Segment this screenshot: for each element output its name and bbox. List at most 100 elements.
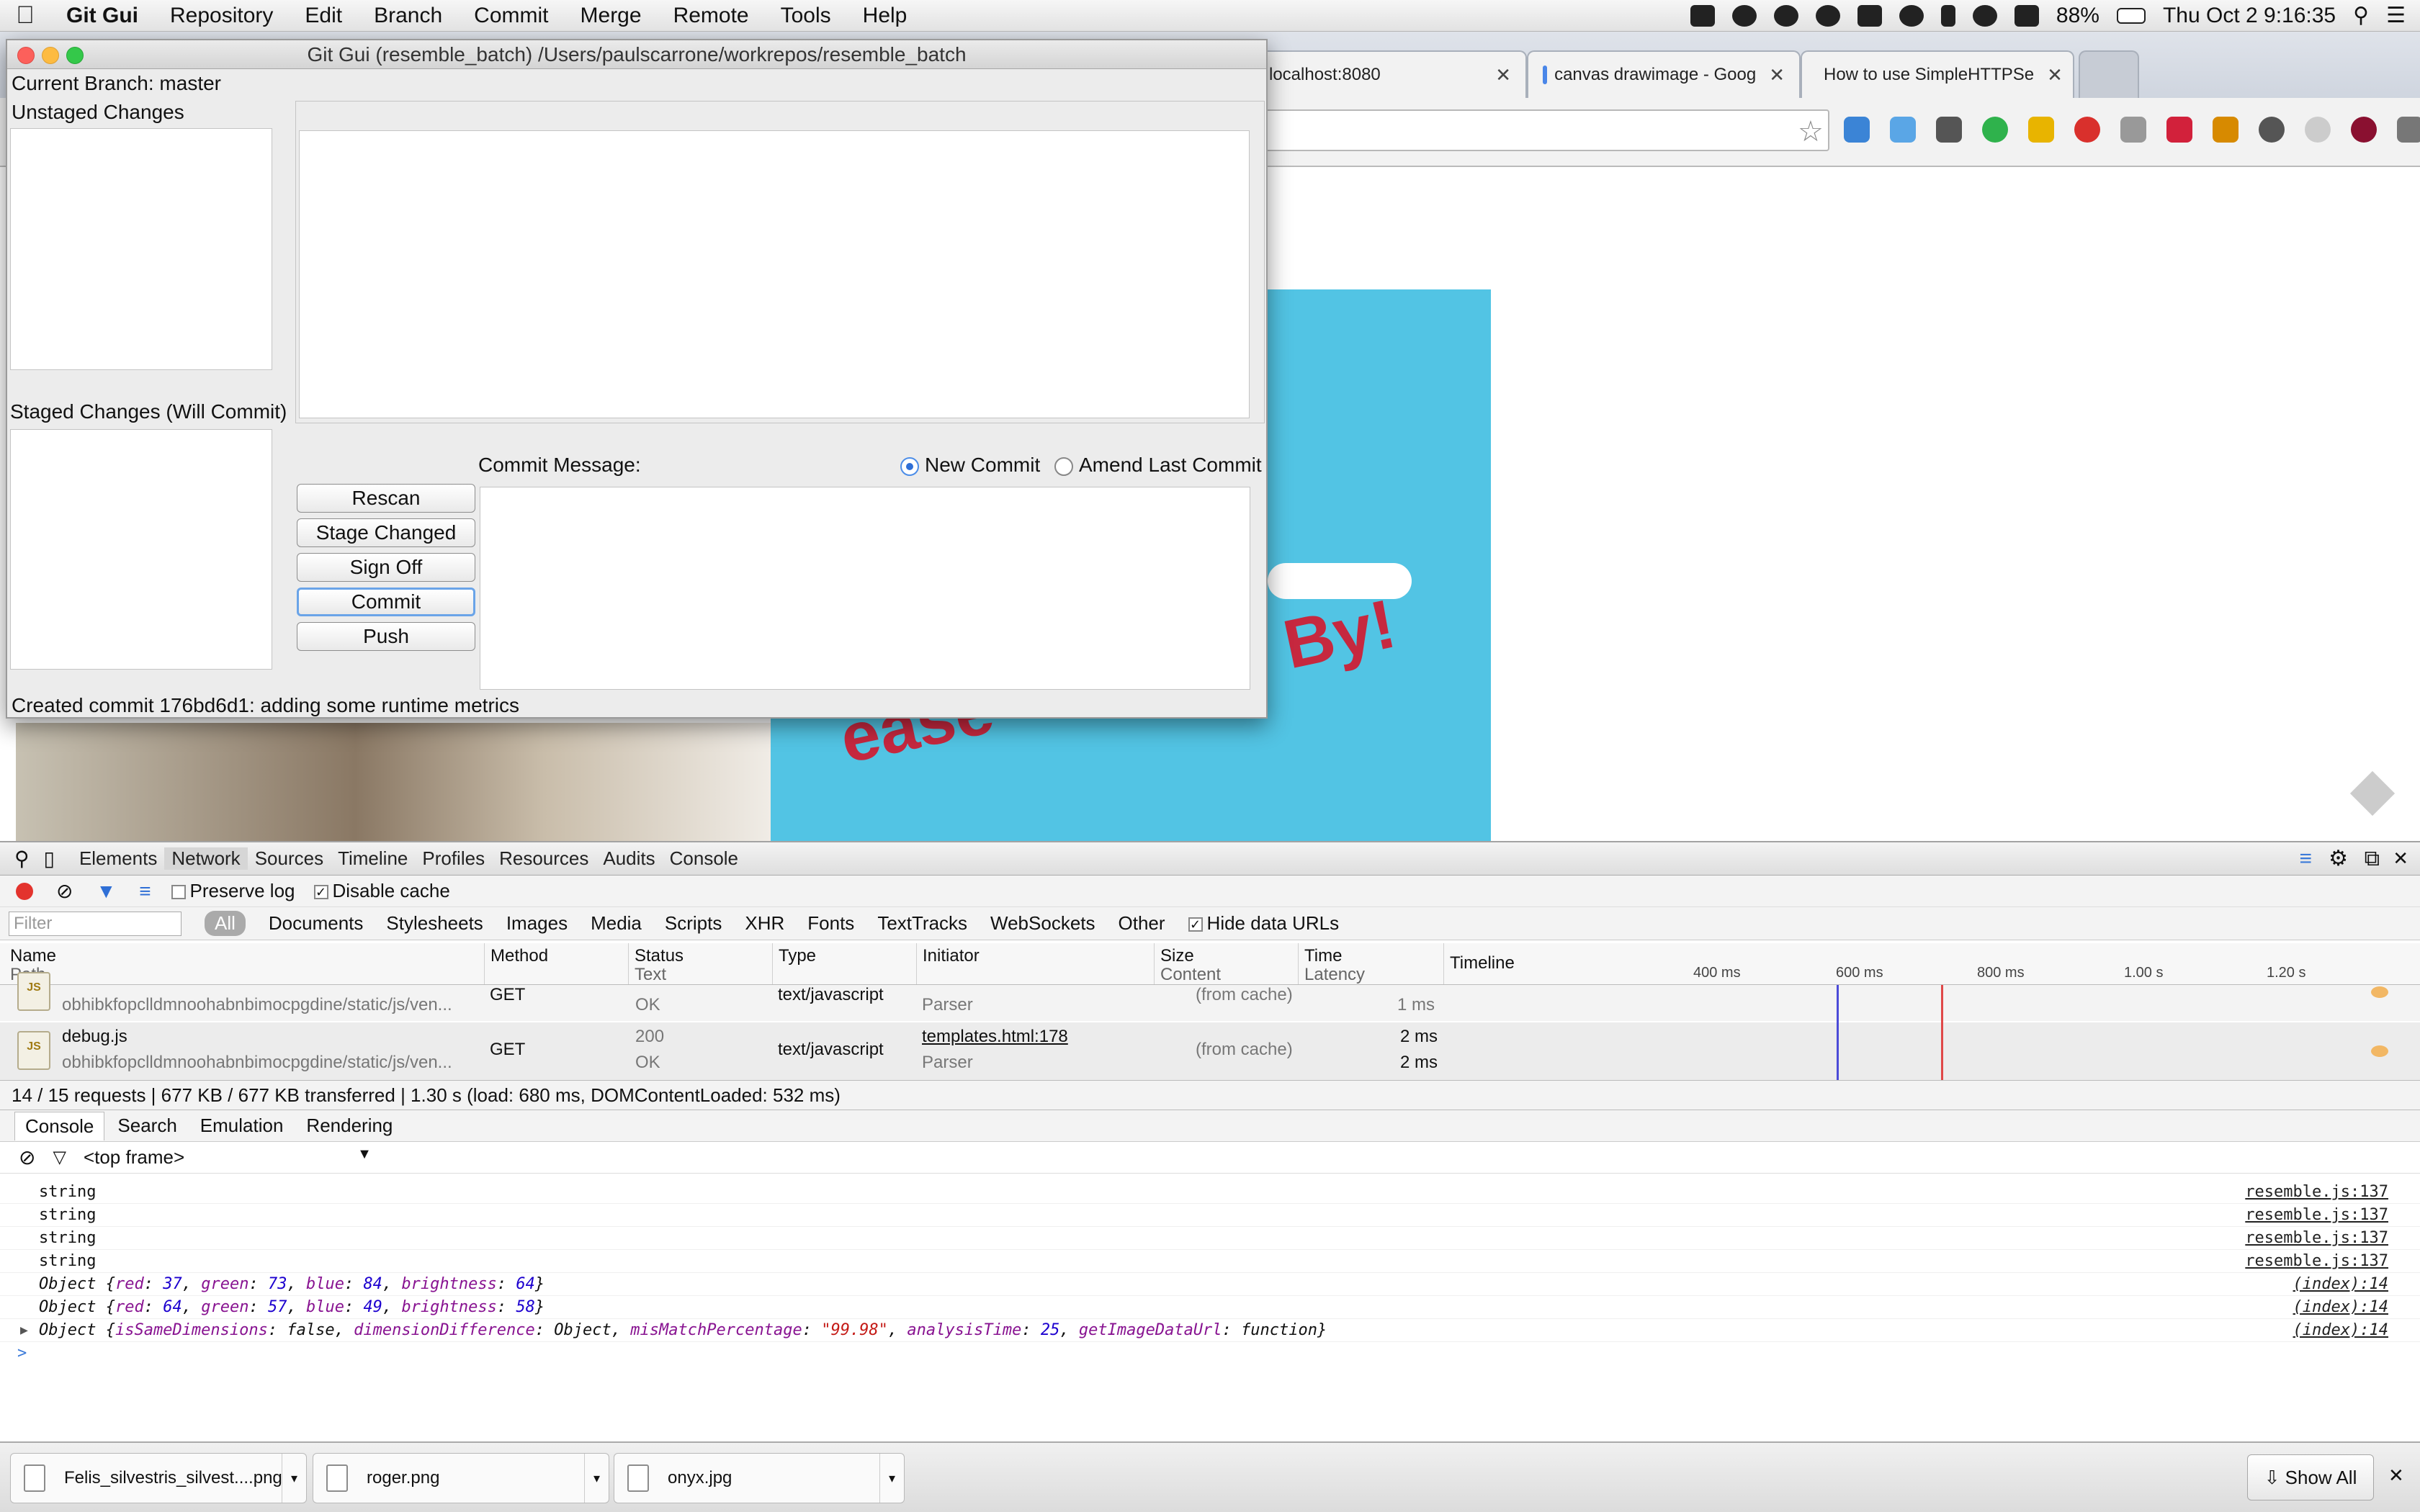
col-timeline[interactable]: Timeline 400 ms 600 ms 800 ms 1.00 s 1.2…: [1443, 943, 2420, 984]
col-time[interactable]: Time Latency: [1298, 943, 1443, 984]
source-link[interactable]: (index):14: [2293, 1296, 2388, 1319]
clock[interactable]: Thu Oct 2 9:16:35: [2163, 4, 2336, 28]
extension-spy-icon[interactable]: [1936, 117, 1962, 143]
menu-app-name[interactable]: Git Gui: [50, 4, 154, 28]
clear-console-icon[interactable]: ⊘: [19, 1146, 35, 1169]
filter-other[interactable]: Other: [1119, 912, 1165, 935]
time-machine-icon[interactable]: [1899, 4, 1924, 27]
tab-elements[interactable]: Elements: [72, 847, 164, 870]
download-item[interactable]: Felis_silvestris_silvest....png ▾: [10, 1453, 307, 1503]
extension-k-icon[interactable]: [2213, 117, 2238, 143]
apple-icon[interactable]: : [0, 1, 50, 30]
filter-fonts[interactable]: Fonts: [807, 912, 854, 935]
col-type[interactable]: Type: [772, 943, 916, 984]
diff-view[interactable]: [299, 130, 1250, 418]
chevron-down-icon[interactable]: ▾: [584, 1454, 609, 1503]
col-size[interactable]: Size Content: [1154, 943, 1298, 984]
menu-help[interactable]: Help: [847, 4, 923, 28]
rescan-button[interactable]: Rescan: [297, 484, 475, 513]
menu-icon[interactable]: [2397, 117, 2420, 143]
evernote-icon[interactable]: [1815, 4, 1840, 27]
console-prompt[interactable]: >: [0, 1342, 2420, 1365]
close-icon[interactable]: ✕: [1756, 64, 1785, 86]
drawer-tab-emulation[interactable]: Emulation: [190, 1112, 294, 1140]
console-object-line[interactable]: Object {red: 64, green: 57, blue: 49, br…: [0, 1296, 2420, 1319]
filter-media[interactable]: Media: [591, 912, 642, 935]
extension-cast-icon[interactable]: [2120, 117, 2146, 143]
filter-images[interactable]: Images: [506, 912, 568, 935]
disable-cache-checkbox[interactable]: ✓ Disable cache: [313, 880, 450, 902]
tab-profiles[interactable]: Profiles: [415, 847, 492, 870]
staged-list[interactable]: [10, 429, 272, 670]
filter-websockets[interactable]: WebSockets: [990, 912, 1095, 935]
spotlight-icon[interactable]: ⚲: [2353, 3, 2369, 28]
devtools-dock-icon[interactable]: [2349, 770, 2396, 816]
close-icon[interactable]: ✕: [1482, 64, 1511, 86]
filter-xhr[interactable]: XHR: [745, 912, 784, 935]
search-icon[interactable]: ⚲: [0, 847, 40, 870]
tab-simplehttp[interactable]: How to use SimpleHTTPSe ✕: [1801, 50, 2074, 98]
drawer-tab-console[interactable]: Console: [14, 1111, 105, 1140]
tab-resources[interactable]: Resources: [492, 847, 596, 870]
amend-commit-radio[interactable]: Amend Last Commit: [1054, 454, 1262, 477]
tab-console[interactable]: Console: [663, 847, 745, 870]
console-object-line[interactable]: Object {red: 37, green: 73, blue: 84, br…: [0, 1273, 2420, 1296]
git-gui-titlebar[interactable]: Git Gui (resemble_batch) /Users/paulscar…: [7, 40, 1266, 69]
table-row[interactable]: JS obhibkfopclldmnoohabnbimocpgdine/stat…: [0, 972, 2420, 1021]
menu-commit[interactable]: Commit: [458, 4, 564, 28]
tab-network[interactable]: Network: [164, 847, 248, 870]
push-button[interactable]: Push: [297, 622, 475, 651]
filter-documents[interactable]: Documents: [269, 912, 364, 935]
filter-stylesheets[interactable]: Stylesheets: [386, 912, 483, 935]
wifi-icon[interactable]: [1972, 4, 1997, 27]
device-mode-icon[interactable]: ▯: [40, 847, 72, 870]
preserve-log-checkbox[interactable]: Preserve log: [171, 880, 295, 902]
drawer-tab-search[interactable]: Search: [107, 1112, 187, 1140]
filter-scripts[interactable]: Scripts: [665, 912, 722, 935]
notification-icon[interactable]: [1773, 4, 1798, 27]
show-all-button[interactable]: ⇩ Show All: [2247, 1454, 2374, 1500]
col-status[interactable]: Status Text: [628, 943, 772, 984]
source-link[interactable]: resemble.js:137: [2245, 1204, 2388, 1227]
hide-data-urls-checkbox[interactable]: ✓ Hide data URLs: [1188, 912, 1339, 935]
tab-audits[interactable]: Audits: [596, 847, 662, 870]
filter-icon[interactable]: ▼: [96, 880, 116, 903]
tab-localhost[interactable]: localhost:8080 ✕: [1253, 50, 1527, 98]
row-initiator-link[interactable]: templates.html:178: [922, 1027, 1068, 1047]
bookmark-star-icon[interactable]: ☆: [1798, 115, 1824, 148]
frame-selector[interactable]: <top frame> ▼: [84, 1146, 372, 1169]
menu-remote[interactable]: Remote: [658, 4, 765, 28]
sign-off-button[interactable]: Sign Off: [297, 553, 475, 582]
line-icon[interactable]: [1731, 4, 1757, 27]
filter-icon[interactable]: ▽: [53, 1147, 66, 1168]
extension-page-icon[interactable]: [2028, 117, 2054, 143]
extension-v-icon[interactable]: [2351, 117, 2377, 143]
console-drawer-icon[interactable]: ≡: [2299, 847, 2312, 871]
extension-evernote-icon[interactable]: [1982, 117, 2008, 143]
vpn-icon[interactable]: [1690, 4, 1715, 27]
bluetooth-icon[interactable]: [1940, 4, 1955, 27]
minimize-window-button[interactable]: [42, 47, 59, 64]
address-bar[interactable]: [1253, 109, 1829, 151]
chevron-down-icon[interactable]: ▾: [282, 1454, 306, 1503]
new-commit-radio[interactable]: New Commit: [900, 454, 1040, 477]
extension-adblock-icon[interactable]: [2074, 117, 2100, 143]
col-method[interactable]: Method: [484, 943, 628, 984]
disclosure-triangle-icon[interactable]: ▶: [20, 1319, 28, 1342]
close-icon[interactable]: ✕: [2388, 1464, 2404, 1487]
tab-canvas-drawimage[interactable]: canvas drawimage - Goog ✕: [1527, 50, 1801, 98]
keyboard-icon[interactable]: [1857, 4, 1882, 27]
filter-all[interactable]: All: [205, 911, 246, 936]
download-item[interactable]: onyx.jpg ▾: [614, 1453, 905, 1503]
record-icon[interactable]: [16, 882, 33, 900]
commit-button[interactable]: Commit: [297, 588, 475, 616]
extension-red-icon[interactable]: [2166, 117, 2192, 143]
source-link[interactable]: resemble.js:137: [2245, 1250, 2388, 1273]
filter-texttracks[interactable]: TextTracks: [877, 912, 967, 935]
extension-phone-icon[interactable]: [1844, 117, 1870, 143]
table-row[interactable]: JS debug.js obhibkfopclldmnoohabnbimocpg…: [0, 1022, 2420, 1080]
close-icon[interactable]: ✕: [2393, 847, 2408, 870]
source-link[interactable]: resemble.js:137: [2245, 1181, 2388, 1204]
close-window-button[interactable]: [17, 47, 35, 64]
drawer-tab-rendering[interactable]: Rendering: [296, 1112, 403, 1140]
